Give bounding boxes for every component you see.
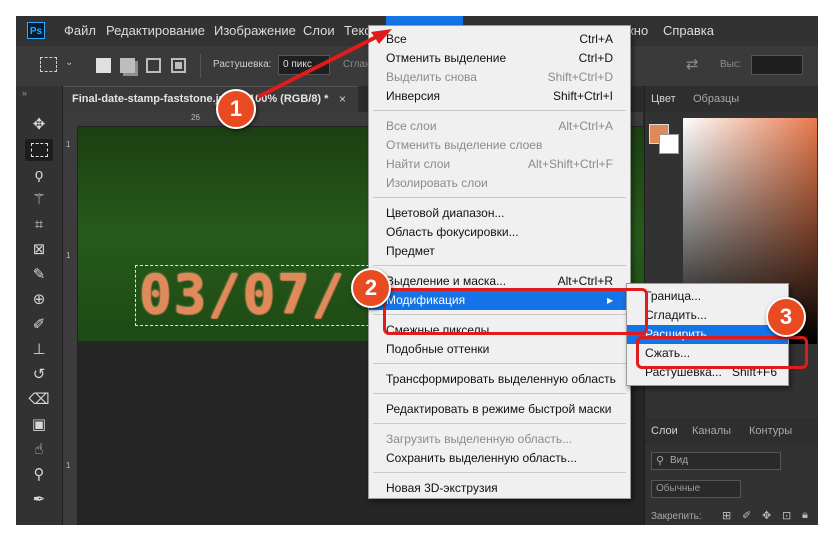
step-badge-2: 2 (351, 268, 391, 308)
highlight-box-modify (383, 288, 648, 335)
highlight-box-expand (636, 336, 808, 369)
annotation-arrow-layer (257, 29, 392, 99)
annotation-arrow (257, 32, 383, 99)
arrow-head-icon (371, 29, 392, 44)
step-badge-1: 1 (216, 89, 256, 129)
step-badge-3: 3 (766, 297, 806, 337)
